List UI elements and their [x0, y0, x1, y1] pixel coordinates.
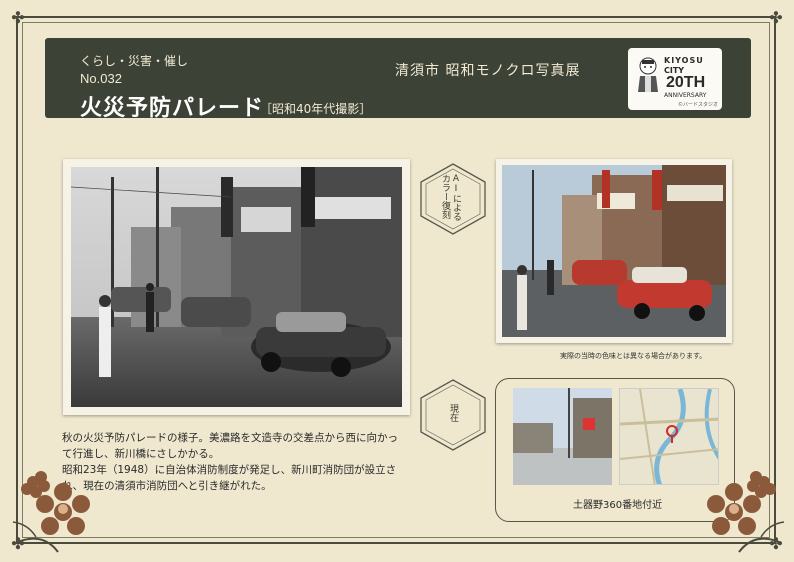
header-banner: くらし・災害・催し No.032 火災予防パレード ［昭和40年代撮影］ 清須市… — [45, 38, 751, 121]
caption-paragraph: 秋の火災予防パレードの様子。美濃路を文造寺の交差点から西に向かって行進し、新川橋… — [62, 432, 398, 460]
current-label: 現在 — [448, 404, 458, 422]
current-badge: 現在 — [418, 378, 488, 456]
ai-color-label: AIによるカラー復刻 — [440, 174, 461, 221]
location-label: 土器野360番地付近 — [573, 500, 663, 511]
corner-ornament-icon: ✤ — [11, 8, 25, 27]
monochrome-photo — [63, 159, 410, 415]
mascot-icon — [638, 57, 658, 92]
color-disclaimer: 実際の当時の色味とは異なる場合があります。 — [560, 352, 707, 360]
current-photo — [513, 388, 612, 485]
logo-text: KIYOSU — [664, 56, 704, 65]
logo-big-text: 20TH — [666, 74, 706, 91]
parade-photo-color — [502, 165, 726, 337]
page-subtitle: ［昭和40年代撮影］ — [260, 102, 372, 116]
flower-ornament-icon — [12, 471, 90, 553]
exhibition-title: 清須市 昭和モノクロ写真展 — [395, 63, 581, 79]
parade-photo-bw — [71, 167, 402, 407]
colorized-photo — [496, 159, 732, 343]
ai-color-badge: AIによるカラー復刻 — [418, 162, 488, 240]
page-title: 火災予防パレード — [80, 96, 265, 121]
anniversary-logo: KIYOSU CITY 20TH ANNIVERSARY ©バードスタジオ — [628, 48, 722, 110]
exhibit-panel: ✤ ✤ ✤ ✤ くらし・災害・催し No.032 火災予防パレード ［昭和40年… — [0, 0, 794, 562]
description-text: 秋の火災予防パレードの様子。美濃路を文造寺の交差点から西に向かって行進し、新川橋… — [62, 430, 402, 494]
corner-ornament-icon: ✤ — [769, 8, 783, 27]
flower-ornament-icon — [707, 471, 785, 553]
item-number: No.032 — [80, 71, 122, 86]
caption-paragraph: 昭和23年（1948）に自治体消防制度が発足し、新川町消防団が設立され、現在の清… — [62, 464, 397, 492]
logo-credit: ©バードスタジオ — [677, 102, 718, 108]
logo-text: ANNIVERSARY — [664, 92, 707, 99]
category-label: くらし・災害・催し — [80, 54, 189, 68]
